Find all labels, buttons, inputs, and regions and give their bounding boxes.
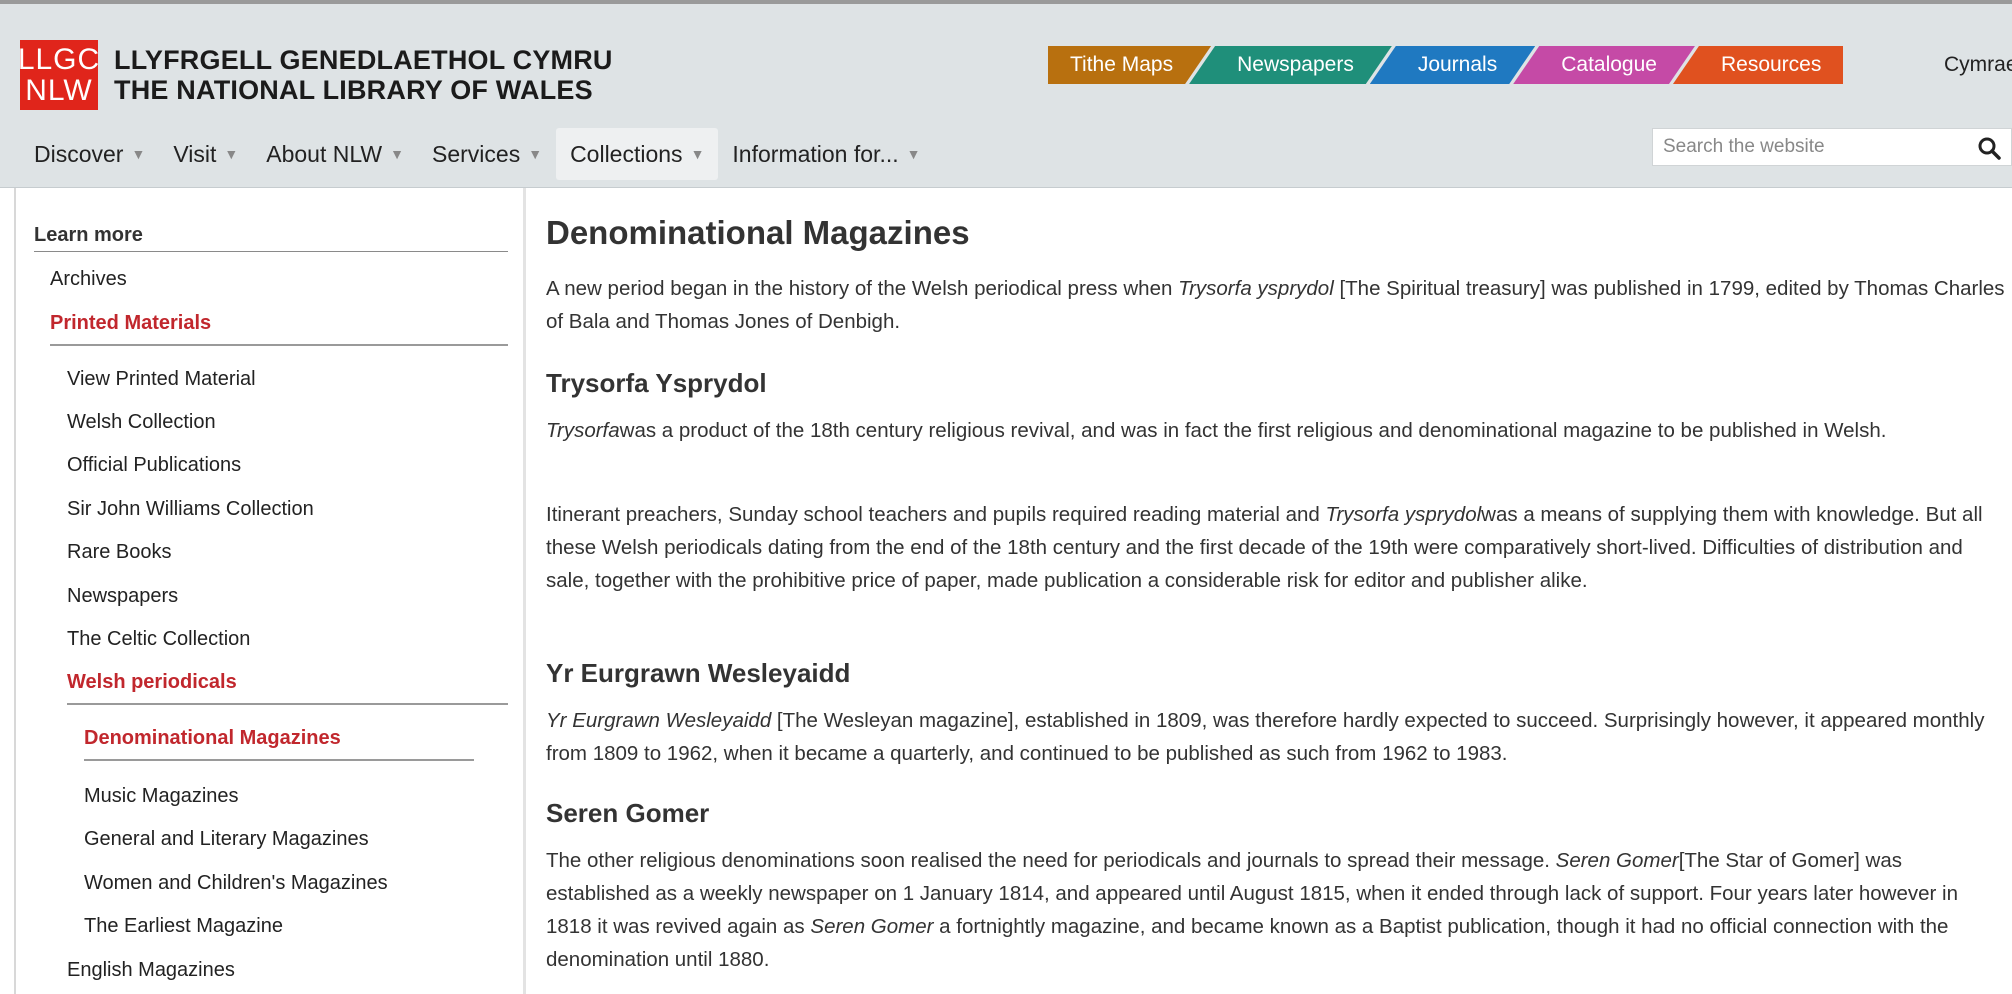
sidebar-item-rare-books[interactable]: Rare Books [67,541,172,564]
sidebar-item-archives[interactable]: Archives [50,268,127,291]
sidebar-item-denominational-magazines[interactable]: Denominational Magazines [84,727,341,750]
site-logo[interactable]: LLGC NLW LLYFRGELL GENEDLAETHOL CYMRU TH… [17,40,613,110]
nav-visit[interactable]: Visit ▼ [159,128,252,180]
tab-catalogue[interactable]: Catalogue [1513,46,1695,84]
nav-collections[interactable]: Collections ▼ [556,128,719,180]
logo-title-english: THE NATIONAL LIBRARY OF WALES [114,75,593,105]
logo-line-1: LLGC [17,43,101,76]
trysorfa-paragraph-2: Itinerant preachers, Sunday school teach… [546,503,1983,592]
sidebar-item-celtic-collection[interactable]: The Celtic Collection [67,628,250,651]
site-header: LLGC NLW LLYFRGELL GENEDLAETHOL CYMRU TH… [0,4,2012,188]
sidebar-item-general-literary-magazines[interactable]: General and Literary Magazines [84,828,369,851]
language-switch-link[interactable]: Cymraeg [1944,46,2012,84]
caret-down-icon: ▼ [224,146,239,162]
nav-discover[interactable]: Discover ▼ [20,128,159,180]
main-navigation: Discover ▼ Visit ▼ About NLW ▼ Services ▼ Co… [20,128,934,180]
caret-down-icon: ▼ [390,146,404,162]
tab-journals[interactable]: Journals [1370,46,1535,84]
sidebar-item-sir-john-williams[interactable]: Sir John Williams Collection [67,498,314,521]
sidebar-item-welsh-collection[interactable]: Welsh Collection [67,411,216,434]
tab-newspapers[interactable]: Newspapers [1189,46,1392,84]
caret-down-icon: ▼ [690,146,705,162]
nav-about-nlw[interactable]: About NLW ▼ [252,128,418,180]
section-heading-eurgrawn: Yr Eurgrawn Wesleyaidd [546,658,851,688]
sidebar-divider [50,344,508,346]
nav-information-for[interactable]: Information for... ▼ [718,128,934,180]
sidebar-divider [67,703,508,705]
sidebar-heading: Learn more [34,224,508,252]
caret-down-icon: ▼ [906,146,921,162]
quick-links: Tithe Maps Newspapers Journals Catalogue… [1048,46,1844,84]
sidebar-item-welsh-periodicals[interactable]: Welsh periodicals [67,671,237,694]
logo-mark: LLGC NLW [17,40,101,110]
sidebar-item-official-publications[interactable]: Official Publications [67,454,241,477]
caret-down-icon: ▼ [131,146,146,162]
sidebar-item-printed-materials[interactable]: Printed Materials [50,312,211,335]
logo-title-welsh: LLYFRGELL GENEDLAETHOL CYMRU [114,45,613,75]
section-heading-trysorfa: Trysorfa Ysprydol [546,368,767,398]
tab-tithe-maps[interactable]: Tithe Maps [1048,46,1211,84]
sidebar: Learn more Archives Printed Materials Vi… [16,188,526,994]
eurgrawn-paragraph: Yr Eurgrawn Wesleyaidd [The Wesleyan mag… [546,709,1985,765]
sidebar-item-newspapers[interactable]: Newspapers [67,585,178,608]
logo-line-2: NLW [25,74,93,107]
tab-resources[interactable]: Resources [1672,46,1844,84]
sidebar-item-english-magazines[interactable]: English Magazines [67,959,235,982]
logo-text: LLYFRGELL GENEDLAETHOL CYMRU THE NATIONA… [114,45,613,105]
nav-services[interactable]: Services ▼ [418,128,556,180]
sidebar-item-view-printed-material[interactable]: View Printed Material [67,368,256,391]
sidebar-item-earliest-magazine[interactable]: The Earliest Magazine [84,915,283,938]
page-title: Denominational Magazines [546,214,970,251]
site-search [1652,128,2012,166]
sidebar-divider [84,759,474,761]
intro-paragraph: A new period began in the history of the… [546,277,2005,333]
section-heading-seren-gomer: Seren Gomer [546,798,710,828]
trysorfa-paragraph-1: Trysorfawas a product of the 18th centur… [546,419,1887,442]
seren-gomer-paragraph: The other religious denominations soon r… [546,849,1958,971]
search-input[interactable] [1653,129,1973,165]
sidebar-item-music-magazines[interactable]: Music Magazines [84,785,239,808]
caret-down-icon: ▼ [528,146,543,162]
sidebar-item-women-children-magazines[interactable]: Women and Children's Magazines [84,872,388,895]
search-icon[interactable] [1977,136,2001,160]
